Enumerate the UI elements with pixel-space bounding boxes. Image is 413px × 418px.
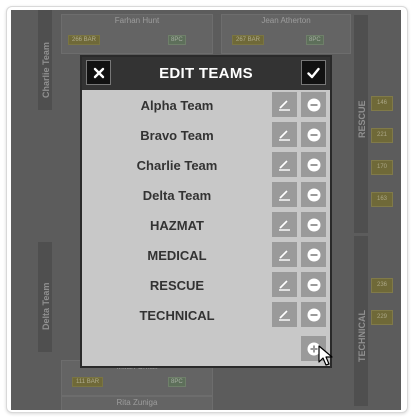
team-row: Charlie Team: [82, 150, 330, 180]
team-name: HAZMAT: [150, 218, 204, 233]
pencil-icon: [279, 190, 290, 201]
team-name: TECHNICAL: [139, 308, 215, 323]
team-row: MEDICAL: [82, 240, 330, 270]
remove-team-button[interactable]: [301, 272, 326, 297]
pencil-icon: [279, 280, 290, 291]
team-name: Delta Team: [142, 188, 212, 203]
team-row: HAZMAT: [82, 210, 330, 240]
minus-circle-icon: [307, 128, 320, 141]
team-row: Alpha Team: [82, 90, 330, 120]
edit-teams-dialog: EDIT TEAMS Alpha Team Bravo Team Charlie…: [80, 55, 332, 368]
pencil-icon: [279, 250, 290, 261]
remove-team-button[interactable]: [301, 212, 326, 237]
pencil-icon: [279, 310, 290, 321]
team-row: RESCUE: [82, 270, 330, 300]
team-name: Alpha Team: [140, 98, 214, 113]
dialog-header: EDIT TEAMS: [82, 57, 330, 90]
team-name: MEDICAL: [147, 248, 207, 263]
team-row: Delta Team: [82, 180, 330, 210]
edit-team-button[interactable]: [272, 272, 297, 297]
team-name: Charlie Team: [136, 158, 218, 173]
team-row: TECHNICAL: [82, 300, 330, 330]
minus-circle-icon: [307, 218, 320, 231]
pencil-icon: [279, 100, 290, 111]
edit-team-button[interactable]: [272, 212, 297, 237]
minus-circle-icon: [307, 308, 320, 321]
pencil-icon: [279, 130, 290, 141]
team-name: Bravo Team: [140, 128, 214, 143]
minus-circle-icon: [307, 188, 320, 201]
remove-team-button[interactable]: [301, 182, 326, 207]
minus-circle-icon: [307, 278, 320, 291]
add-team-area: [82, 332, 330, 366]
edit-team-button[interactable]: [272, 152, 297, 177]
minus-circle-icon: [307, 158, 320, 171]
team-row: Bravo Team: [82, 120, 330, 150]
confirm-button[interactable]: [301, 60, 326, 85]
remove-team-button[interactable]: [301, 242, 326, 267]
remove-team-button[interactable]: [301, 302, 326, 327]
edit-team-button[interactable]: [272, 302, 297, 327]
edit-team-button[interactable]: [272, 182, 297, 207]
pencil-icon: [279, 160, 290, 171]
remove-team-button[interactable]: [301, 122, 326, 147]
edit-team-button[interactable]: [272, 92, 297, 117]
minus-circle-icon: [307, 248, 320, 261]
edit-team-button[interactable]: [272, 242, 297, 267]
checkmark-icon: [307, 67, 320, 78]
dialog-title: EDIT TEAMS: [159, 65, 253, 82]
pencil-icon: [279, 220, 290, 231]
remove-team-button[interactable]: [301, 92, 326, 117]
edit-team-button[interactable]: [272, 122, 297, 147]
minus-circle-icon: [307, 98, 320, 111]
remove-team-button[interactable]: [301, 152, 326, 177]
team-name: RESCUE: [149, 278, 205, 293]
cursor-pointer-icon: [318, 345, 333, 366]
